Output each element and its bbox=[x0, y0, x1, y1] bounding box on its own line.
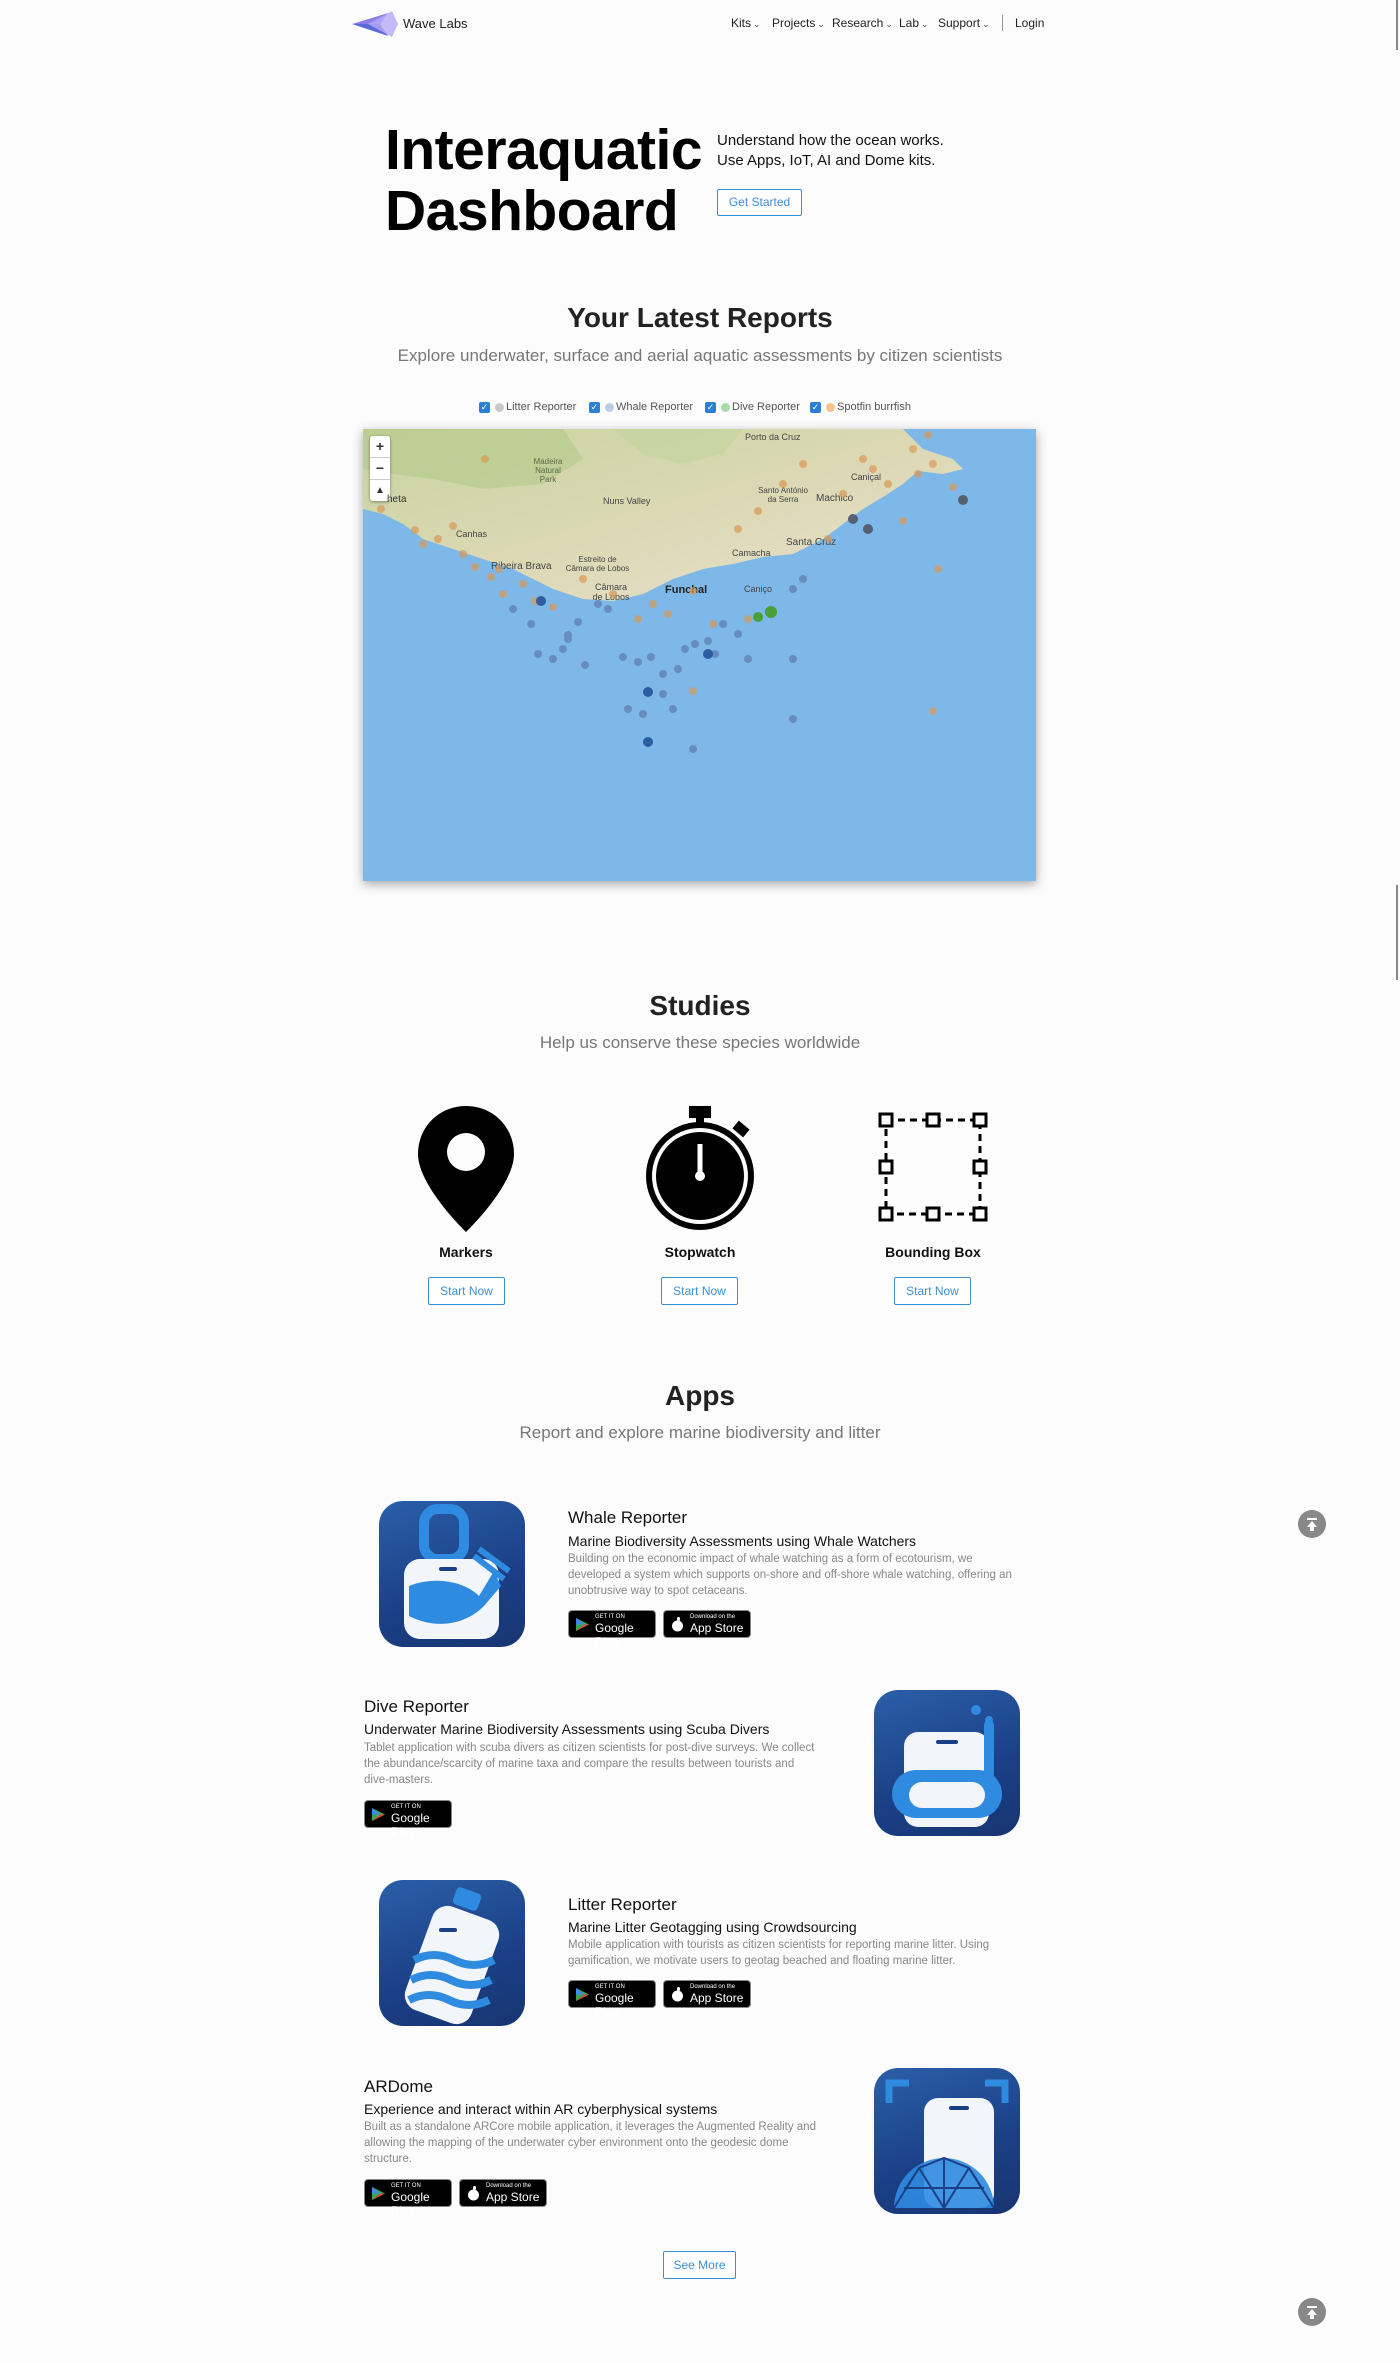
app-name-ardome: ARDome bbox=[364, 2077, 433, 2096]
nav-kits[interactable]: Kits ⌄ bbox=[731, 16, 761, 30]
top-navbar: Wave Labs Kits ⌄ Projects ⌄ Research ⌄ Lab ⌄… bbox=[0, 0, 1400, 48]
bottle-icon bbox=[404, 1887, 500, 2025]
google-play-badge[interactable]: GET IT ON Google Play bbox=[364, 1800, 452, 1839]
nav-projects[interactable]: Projects ⌄ bbox=[772, 16, 825, 30]
checkbox-checked-icon[interactable]: ✓ bbox=[705, 401, 716, 413]
google-play-badge[interactable]: GET IT ON Google Play bbox=[568, 1610, 656, 1649]
app-description: Mobile application with tourists as citi… bbox=[568, 1939, 990, 1967]
stopwatch-icon bbox=[646, 1106, 754, 1230]
google-play-badge[interactable]: GET IT ON Google Play bbox=[568, 1980, 656, 2019]
chevron-down-icon: ⌄ bbox=[885, 19, 893, 29]
scrollbar-thumb[interactable] bbox=[1396, 0, 1398, 50]
litter-reporter-icon[interactable] bbox=[379, 1880, 525, 2026]
checkbox-checked-icon[interactable]: ✓ bbox=[810, 401, 821, 413]
legend-whale-reporter[interactable]: ✓ Whale Reporter bbox=[589, 401, 693, 413]
scroll-to-top-button[interactable] bbox=[1298, 1510, 1326, 1538]
geodesic-dome-icon bbox=[885, 2079, 1009, 2210]
nav-research[interactable]: Research ⌄ bbox=[832, 16, 893, 30]
app-store-badge[interactable]: Download on the App Store bbox=[663, 1610, 751, 1638]
map-marker-icon bbox=[418, 1106, 514, 1232]
see-more-button[interactable]: See More bbox=[663, 2251, 736, 2279]
apps-title: Apps bbox=[665, 1380, 735, 1411]
start-now-markers-button[interactable]: Start Now bbox=[428, 1277, 505, 1305]
wave-labs-logo-icon[interactable] bbox=[352, 9, 400, 39]
ardome-icon[interactable] bbox=[874, 2068, 1020, 2214]
start-now-stopwatch-button[interactable]: Start Now bbox=[661, 1277, 738, 1305]
apps-subtitle: Report and explore marine biodiversity a… bbox=[519, 1423, 881, 1442]
reports-subtitle: Explore underwater, surface and aerial a… bbox=[397, 346, 1003, 365]
scuba-mask-icon bbox=[892, 1705, 1002, 1827]
checkbox-checked-icon[interactable]: ✓ bbox=[479, 401, 490, 413]
study-label-stopwatch: Stopwatch bbox=[664, 1244, 736, 1260]
google-play-icon bbox=[576, 1988, 589, 2001]
arrow-up-icon bbox=[1307, 1518, 1317, 1531]
study-label-markers: Markers bbox=[439, 1244, 493, 1260]
legend-dot bbox=[495, 402, 504, 412]
app-tagline: Experience and interact within AR cyberp… bbox=[364, 2101, 718, 2117]
login-link[interactable]: Login bbox=[1015, 16, 1044, 30]
whale-icon bbox=[404, 1504, 511, 1639]
legend-dive-reporter[interactable]: ✓ Dive Reporter bbox=[705, 401, 800, 413]
google-play-icon bbox=[372, 2187, 385, 2200]
app-description: Building on the economic impact of whale… bbox=[568, 1553, 1012, 1597]
study-label-bounding-box: Bounding Box bbox=[885, 1244, 981, 1260]
chevron-down-icon: ⌄ bbox=[817, 19, 825, 29]
chevron-down-icon: ⌄ bbox=[921, 19, 929, 29]
app-name-whale-reporter: Whale Reporter bbox=[568, 1508, 688, 1527]
studies-title: Studies bbox=[649, 990, 751, 1021]
report-markers bbox=[377, 431, 968, 753]
arrow-up-icon bbox=[1307, 2306, 1317, 2319]
apple-icon bbox=[672, 1987, 683, 2002]
studies-subtitle: Help us conserve these species worldwide bbox=[539, 1033, 861, 1052]
reports-title: Your Latest Reports bbox=[567, 302, 833, 333]
app-tagline: Marine Litter Geotagging using Crowdsour… bbox=[568, 1919, 857, 1935]
brand-name[interactable]: Wave Labs bbox=[403, 16, 468, 31]
checkbox-checked-icon[interactable]: ✓ bbox=[589, 401, 600, 413]
app-store-badge[interactable]: Download on the App Store bbox=[663, 1980, 751, 2008]
app-tagline: Marine Biodiversity Assessments using Wh… bbox=[568, 1533, 917, 1549]
app-name-dive-reporter: Dive Reporter bbox=[364, 1697, 469, 1716]
legend-spotfin-burrfish[interactable]: ✓ Spotfin burrfish bbox=[810, 401, 911, 413]
nav-lab[interactable]: Lab ⌄ bbox=[899, 16, 929, 30]
legend-dot bbox=[826, 402, 835, 412]
dive-reporter-icon[interactable] bbox=[874, 1690, 1020, 1836]
app-name-litter-reporter: Litter Reporter bbox=[568, 1895, 677, 1914]
apple-icon bbox=[468, 2186, 479, 2201]
nav-support[interactable]: Support ⌄ bbox=[938, 16, 990, 30]
legend-dot bbox=[721, 402, 730, 412]
reports-map[interactable]: + − ▲ Porto da Cruz Madeira Natural Park… bbox=[363, 429, 1036, 881]
legend-litter-reporter[interactable]: ✓ Litter Reporter bbox=[479, 401, 576, 413]
apple-icon bbox=[672, 1617, 683, 1632]
app-description: Tablet application with scuba divers as … bbox=[364, 1742, 815, 1786]
hero-description: Understand how the ocean works. Use Apps… bbox=[717, 132, 944, 169]
google-play-icon bbox=[576, 1618, 589, 1631]
legend-dot bbox=[605, 402, 614, 412]
start-now-bounding-box-button[interactable]: Start Now bbox=[894, 1277, 971, 1305]
google-play-badge[interactable]: GET IT ON Google Play bbox=[364, 2179, 452, 2218]
app-description: Built as a standalone ARCore mobile appl… bbox=[364, 2121, 816, 2165]
page-title: Interaquatic Dashboard bbox=[385, 118, 703, 243]
whale-reporter-icon[interactable] bbox=[379, 1501, 525, 1647]
get-started-button[interactable]: Get Started bbox=[717, 189, 802, 216]
nav-divider bbox=[1002, 15, 1003, 31]
app-tagline: Underwater Marine Biodiversity Assessmen… bbox=[364, 1721, 770, 1737]
scroll-to-top-button[interactable] bbox=[1298, 2298, 1326, 2326]
app-store-badge[interactable]: Download on the App Store bbox=[459, 2179, 547, 2207]
scrollbar-thumb[interactable] bbox=[1396, 885, 1398, 980]
chevron-down-icon: ⌄ bbox=[982, 19, 990, 29]
bounding-box-icon bbox=[878, 1112, 988, 1222]
google-play-icon bbox=[372, 1808, 385, 1821]
chevron-down-icon: ⌄ bbox=[753, 19, 761, 29]
